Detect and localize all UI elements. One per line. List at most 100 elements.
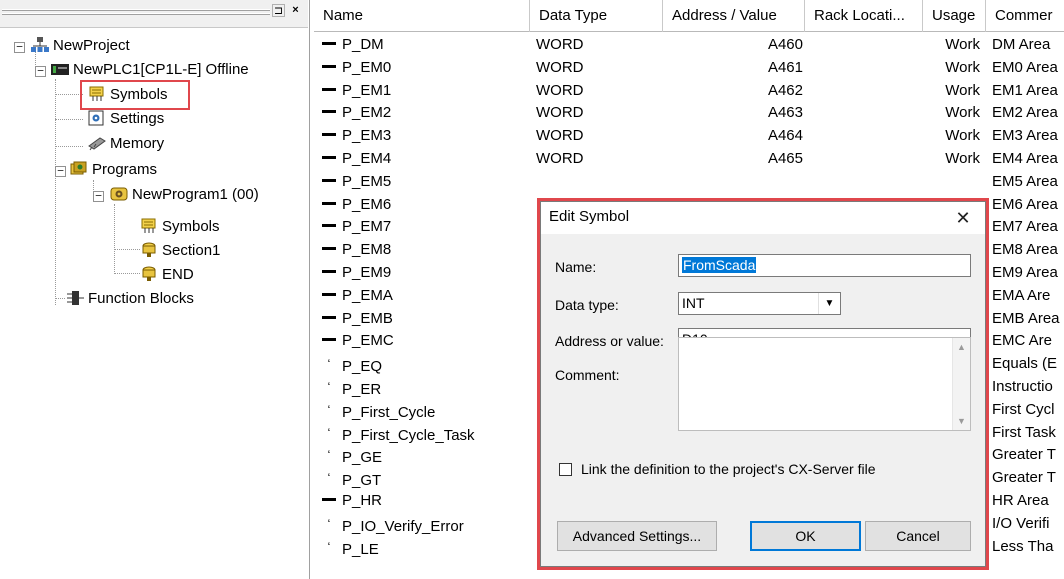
- bool-symbol-icon: ʻ: [327, 471, 331, 486]
- tree-item-programs[interactable]: Programs: [70, 159, 157, 181]
- panel-grip[interactable]: [2, 9, 270, 11]
- tree-connector: [114, 249, 140, 250]
- symbol-name: P_EM4: [342, 150, 392, 167]
- symbol-name-cell: P_EM7: [322, 216, 532, 238]
- network-icon: [31, 37, 49, 52]
- symbol-name: P_EM7: [342, 218, 392, 236]
- panel-close-icon[interactable]: ×: [289, 4, 302, 17]
- data-type-cell: WORD: [536, 36, 584, 53]
- symbols-icon: [141, 218, 156, 233]
- word-symbol-icon: [322, 156, 336, 159]
- comment-cell: HR Area: [992, 492, 1049, 509]
- tree-item-newproject[interactable]: NewProject: [31, 35, 130, 57]
- symbol-name-cell: P_HR: [322, 490, 532, 512]
- column-header-name[interactable]: Name: [314, 0, 530, 32]
- expand-toggle-newprogram1[interactable]: −: [93, 190, 104, 202]
- tree-connector: [55, 119, 83, 120]
- tree-label: Function Blocks: [88, 290, 194, 307]
- tree-item-settings[interactable]: Settings: [88, 108, 164, 130]
- column-header-usage[interactable]: Usage: [923, 0, 986, 32]
- data-type-select[interactable]: INT ▼: [678, 292, 841, 315]
- table-row[interactable]: P_EM1 WORD A462 Work EM1 Area: [314, 80, 1064, 102]
- table-row[interactable]: P_EM3 WORD A464 Work EM3 Area: [314, 125, 1064, 147]
- word-symbol-icon: [322, 498, 336, 501]
- symbol-name-cell: P_EM4: [322, 148, 532, 170]
- tree-label: NewProgram1 (00): [132, 186, 259, 203]
- symbol-name: P_EM6: [342, 195, 392, 213]
- expand-toggle-newproject[interactable]: −: [14, 41, 25, 53]
- panel-pin-icon[interactable]: ⊐: [272, 4, 285, 17]
- symbol-name: P_First_Cycle_Task: [342, 426, 475, 444]
- advanced-settings-button[interactable]: Advanced Settings...: [557, 521, 717, 551]
- usage-cell: Work: [945, 104, 980, 122]
- tree-item-section1[interactable]: Section1: [140, 240, 220, 262]
- comment-label: Comment:: [555, 367, 620, 383]
- symbol-name: P_EMC: [342, 332, 394, 350]
- comment-scrollbar[interactable]: ▲ ▼: [952, 338, 970, 430]
- cancel-button[interactable]: Cancel: [865, 521, 971, 551]
- comment-cell: Greater T: [992, 446, 1056, 464]
- symbol-name-cell: P_EM8: [322, 239, 532, 261]
- close-icon[interactable]: ✕: [949, 206, 977, 230]
- table-row[interactable]: P_EM2 WORD A463 Work EM2 Area: [314, 102, 1064, 124]
- column-header-comment[interactable]: Commer: [986, 0, 1064, 32]
- scroll-down-icon[interactable]: ▼: [953, 412, 970, 430]
- comment-cell: EM6 Area: [992, 195, 1058, 213]
- scroll-up-icon[interactable]: ▲: [953, 338, 970, 356]
- tree-item-newprogram1[interactable]: NewProgram1 (00): [110, 184, 259, 206]
- address-cell: A460: [767, 36, 803, 53]
- column-header-address[interactable]: Address / Value: [663, 0, 805, 32]
- tree-label: NewProject: [53, 37, 130, 54]
- word-symbol-icon: [322, 42, 336, 45]
- program-icon: [110, 187, 128, 201]
- name-field[interactable]: FromScada: [678, 254, 971, 277]
- bool-symbol-icon: ʻ: [327, 539, 331, 554]
- usage-cell: Work: [945, 36, 980, 53]
- tree-label: END: [162, 266, 194, 283]
- dialog-title: Edit Symbol: [549, 208, 630, 225]
- plc-icon: [51, 64, 69, 75]
- data-type-cell: WORD: [536, 127, 584, 145]
- dialog-titlebar[interactable]: Edit Symbol ✕: [541, 202, 985, 234]
- ok-button[interactable]: OK: [750, 521, 861, 551]
- tree-item-plc[interactable]: NewPLC1[CP1L-E] Offline: [51, 59, 249, 81]
- table-row[interactable]: P_EM5 EM5 Area: [314, 171, 1064, 193]
- comment-cell: Equals (E: [992, 355, 1058, 373]
- expand-toggle-programs[interactable]: −: [55, 165, 66, 177]
- expand-toggle-plc[interactable]: −: [35, 65, 46, 77]
- data-type-cell: WORD: [536, 150, 584, 167]
- link-cx-server-checkbox[interactable]: [559, 463, 572, 476]
- comment-cell: EM2 Area: [992, 104, 1058, 122]
- column-header-data-type[interactable]: Data Type: [530, 0, 663, 32]
- comment-cell: EM9 Area: [992, 264, 1058, 281]
- column-header-rack-location[interactable]: Rack Locati...: [805, 0, 923, 32]
- chevron-down-icon[interactable]: ▼: [818, 293, 840, 314]
- symbol-name-cell: ʻ P_IO_Verify_Error: [322, 513, 532, 535]
- comment-cell: Less Tha: [992, 537, 1054, 555]
- address-cell: [669, 171, 803, 193]
- tree-item-memory[interactable]: Memory: [88, 133, 164, 155]
- link-cx-server-label: Link the definition to the project's CX-…: [581, 461, 876, 477]
- symbol-name-cell: P_EM0: [322, 57, 532, 79]
- symbol-name-cell: ʻ P_GT: [322, 467, 532, 489]
- symbol-name-cell: P_EM6: [322, 194, 532, 216]
- tree-item-function-blocks[interactable]: Function Blocks: [66, 288, 194, 310]
- symbol-name: P_EM2: [342, 104, 392, 122]
- comment-cell: DM Area: [992, 36, 1051, 53]
- word-symbol-icon: [322, 178, 336, 182]
- symbol-name-cell: ʻ P_First_Cycle: [322, 399, 532, 421]
- table-row[interactable]: P_EM0 WORD A461 Work EM0 Area: [314, 57, 1064, 79]
- address-label: Address or value:: [555, 333, 664, 349]
- tree-item-program-symbols[interactable]: Symbols: [140, 216, 220, 238]
- function-block-icon: [67, 291, 84, 305]
- word-symbol-icon: [322, 247, 336, 251]
- tree-label: Memory: [110, 135, 165, 152]
- table-row[interactable]: P_EM4 WORD A465 Work EM4 Area: [314, 148, 1064, 170]
- bool-symbol-icon: ʻ: [327, 402, 331, 417]
- comment-textarea[interactable]: ▲ ▼: [678, 337, 971, 431]
- symbol-name-cell: ʻ P_First_Cycle_Task: [322, 422, 532, 444]
- usage-cell: Work: [945, 58, 980, 76]
- tree-item-end[interactable]: END: [140, 264, 194, 286]
- bool-symbol-icon: ʻ: [327, 425, 331, 440]
- table-row[interactable]: P_DM WORD A460 Work DM Area: [314, 34, 1064, 56]
